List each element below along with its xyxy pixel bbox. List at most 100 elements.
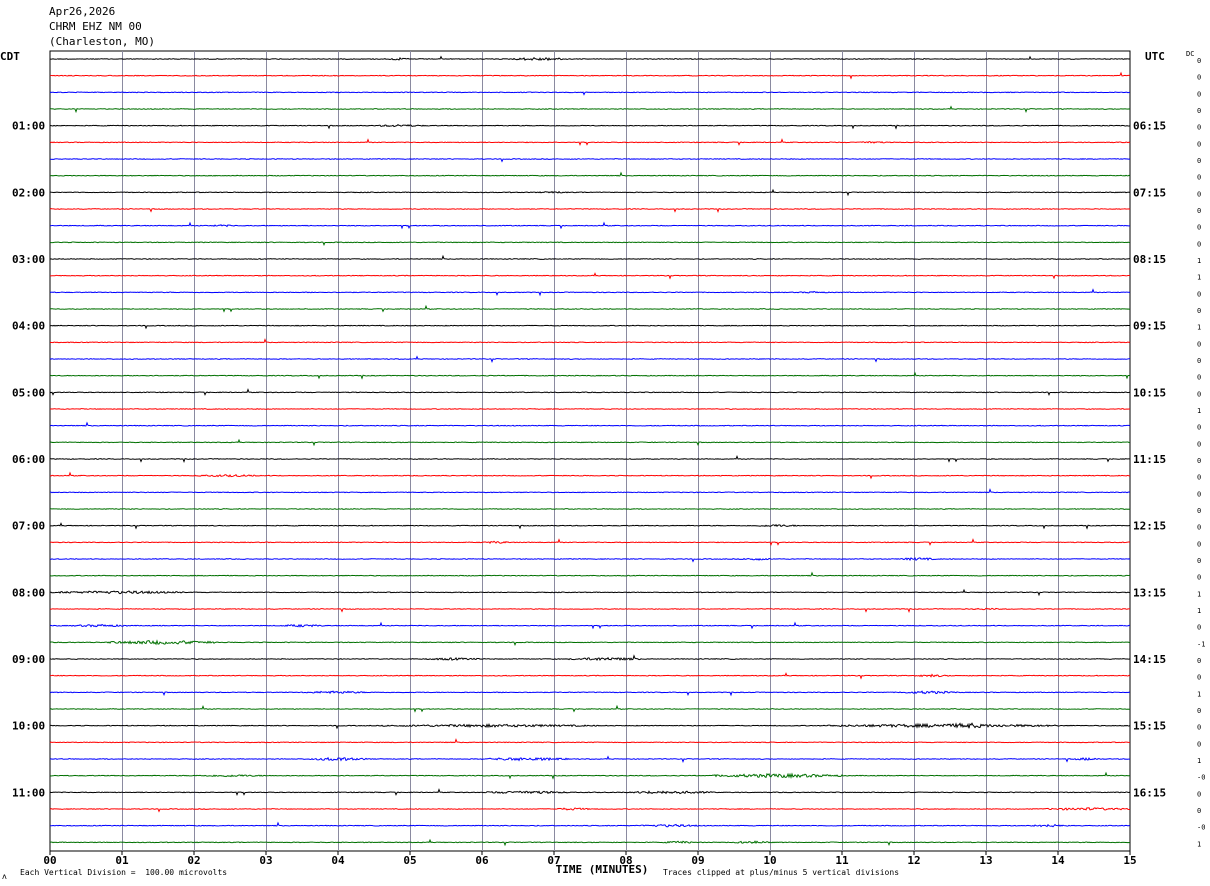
dc-offset-value: 0 <box>1197 524 1201 532</box>
dc-offset-value: -0 <box>1197 774 1205 782</box>
dc-offset-value: -1 <box>1197 640 1205 648</box>
trace-row <box>49 55 1131 62</box>
clip-note: Traces clipped at plus/minus 5 vertical … <box>663 868 900 877</box>
trace-row <box>49 607 1131 614</box>
trace-row <box>49 272 1131 280</box>
trace-row <box>49 771 1131 780</box>
right-hour-label: 13:15 <box>1133 586 1166 599</box>
trace-row <box>49 254 1131 260</box>
left-hour-label: 03:00 <box>12 253 45 266</box>
trace-row <box>49 124 1131 130</box>
trace-row <box>49 355 1131 363</box>
dc-header: DC <box>1186 50 1194 58</box>
dc-offset-value: 0 <box>1197 574 1201 582</box>
trace-row <box>49 557 1131 563</box>
trace-row <box>49 508 1131 510</box>
x-tick-label: 01 <box>115 854 129 867</box>
trace-row <box>49 188 1131 197</box>
dc-offset-value: 0 <box>1197 157 1201 165</box>
left-hour-label: 10:00 <box>12 720 45 733</box>
trace-row <box>49 454 1131 464</box>
trace-row <box>49 522 1131 530</box>
axis-labels: 01:00 02:00 03:00 04:00 05:00 06:00 07:00 08:00… <box>0 50 1205 876</box>
right-hour-label: 14:15 <box>1133 653 1166 666</box>
dc-offset-value: 0 <box>1197 657 1201 665</box>
trace-row <box>49 241 1131 247</box>
x-tick-label: 05 <box>403 854 416 867</box>
right-hour-label: 15:15 <box>1133 720 1166 733</box>
dc-offset-value: 0 <box>1197 124 1201 132</box>
dc-offset-value: 1 <box>1197 607 1201 615</box>
trace-row <box>49 288 1131 297</box>
dc-offset-value: 1 <box>1197 407 1201 415</box>
x-tick-label: 03 <box>259 854 272 867</box>
dc-offset-value: 0 <box>1197 790 1201 798</box>
trace-row <box>49 471 1131 480</box>
left-hour-label: 08:00 <box>12 586 45 599</box>
trace-row <box>49 704 1131 713</box>
right-hour-label: 07:15 <box>1133 186 1166 199</box>
x-tick-label: 02 <box>187 854 200 867</box>
left-hour-label: 09:00 <box>12 653 45 666</box>
dc-offset-value: 0 <box>1197 57 1201 65</box>
dc-offset-value: 0 <box>1197 207 1201 215</box>
x-tick-label: 09 <box>691 854 704 867</box>
right-hour-label: 12:15 <box>1133 520 1166 533</box>
dc-offset-value: 1 <box>1197 590 1201 598</box>
trace-row <box>49 105 1131 114</box>
dc-offset-value: 0 <box>1197 507 1201 515</box>
trace-row <box>49 371 1130 380</box>
trace-row <box>49 672 1131 680</box>
x-axis-title: TIME (MINUTES) <box>556 863 649 876</box>
dc-offset-value: 0 <box>1197 290 1201 298</box>
dc-offset-value: -0 <box>1197 824 1205 832</box>
dc-offset-value: 0 <box>1197 440 1201 448</box>
right-hour-label: 09:15 <box>1133 320 1166 333</box>
seismic-traces <box>49 55 1131 847</box>
plot-border <box>49 50 1131 852</box>
dc-offset-value: 0 <box>1197 307 1201 315</box>
trace-row <box>49 807 1131 813</box>
trace-row <box>49 788 1131 797</box>
dc-offset-value: 0 <box>1197 740 1201 748</box>
dc-offset-value: 0 <box>1197 140 1201 148</box>
dc-offset-value: 0 <box>1197 74 1201 82</box>
corner-mark: ʌ <box>2 872 7 881</box>
trace-row <box>49 738 1131 744</box>
left-hour-label: 05:00 <box>12 386 45 399</box>
dc-offset-value: 0 <box>1197 807 1201 815</box>
left-hour-label: 11:00 <box>12 786 45 799</box>
left-hour-label: 04:00 <box>12 320 45 333</box>
dc-offset-value: 0 <box>1197 457 1201 465</box>
trace-row <box>49 171 1131 177</box>
header-station: CHRM EHZ NM 00 <box>49 20 142 33</box>
dc-offset-value: 1 <box>1197 274 1201 282</box>
x-tick-label: 10 <box>763 854 776 867</box>
right-hour-label: 06:15 <box>1133 120 1166 133</box>
dc-offset-value: 0 <box>1197 224 1201 232</box>
x-tick-label: 06 <box>475 854 489 867</box>
trace-row <box>49 158 1131 163</box>
scale-note: Each Vertical Division = 100.00 microvol… <box>20 868 228 877</box>
dc-offset-value: 0 <box>1197 624 1201 632</box>
trace-row <box>49 821 1131 828</box>
trace-row <box>49 639 1131 647</box>
left-hour-label: 07:00 <box>12 520 45 533</box>
left-hour-label: 06:00 <box>12 453 45 466</box>
dc-offset-value: 0 <box>1197 240 1201 248</box>
dc-offset-value: 0 <box>1197 724 1201 732</box>
trace-row <box>49 138 1131 147</box>
trace-row <box>49 421 1131 427</box>
trace-row <box>49 488 1131 494</box>
dc-offset-value: 1 <box>1197 690 1201 698</box>
trace-row <box>49 221 1131 230</box>
trace-row <box>49 91 1131 96</box>
trace-row <box>49 324 1131 330</box>
dc-offset-value: 0 <box>1197 174 1201 182</box>
right-hour-label: 16:15 <box>1133 786 1166 799</box>
dc-offset-value: 0 <box>1197 374 1201 382</box>
trace-row <box>49 621 1131 630</box>
dc-offset-value: 1 <box>1197 840 1201 848</box>
header-date: Apr26,2026 <box>49 5 116 18</box>
trace-row <box>49 338 1131 344</box>
